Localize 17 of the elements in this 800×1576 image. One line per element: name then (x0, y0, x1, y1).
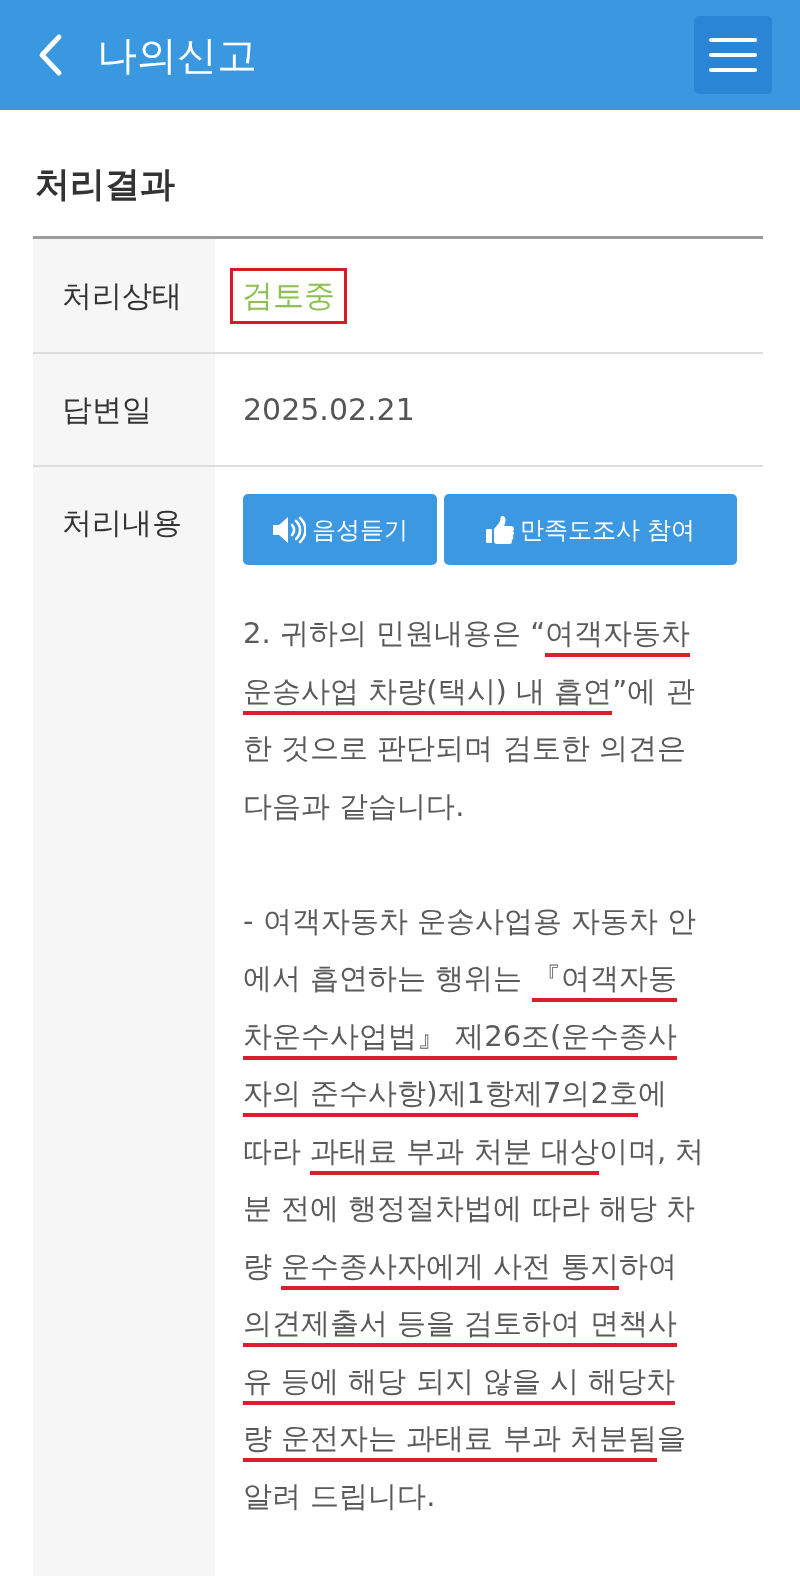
answer-paragraph: 2. 귀하의 민원내용은 “여객자동차 운송사업 차량(택시) 내 흡연”에 관 한 것으로 판단되며 검토한 의견은 다음과 같습니다. (243, 615, 696, 825)
survey-button[interactable]: 만족도조사 참여 (444, 494, 737, 565)
speaker-icon (272, 515, 306, 544)
menu-icon (709, 37, 757, 73)
section-title: 처리결과 (35, 163, 176, 206)
listen-button[interactable]: 음성듣기 (243, 494, 437, 565)
row-label: 처리내용 (62, 504, 182, 542)
status-text: 검토중 (242, 275, 335, 315)
thumbs-up-icon (485, 515, 514, 544)
page-title: 나의신고 (97, 31, 258, 79)
answer-date: 2025.02.21 (243, 390, 415, 429)
row-label: 답변일 (62, 390, 152, 429)
back-button[interactable] (37, 33, 63, 77)
chevron-left-icon (37, 33, 63, 77)
answer-paragraph: - 여객자동차 운송사업용 자동차 안 에서 흡연하는 행위는 『여객자동 차운수사업법』 제26조(운수종사 자의 준수사항)제1항제7의2호에 따라 과태료 부과 처분 대상이며, 처 분 전에 행정절차법에 따라 해당 차 량 운수종사자에게 사전 통지하여 의견제출서 등을 검토하여 면책사 유 등에 해당 되지 않을 시 해당차 량 운전자는 과태료 부과 처분됨 을 알려 드립니다. (243, 902, 705, 1515)
menu-button[interactable] (694, 16, 772, 94)
row-label: 처리상태 (62, 276, 182, 315)
